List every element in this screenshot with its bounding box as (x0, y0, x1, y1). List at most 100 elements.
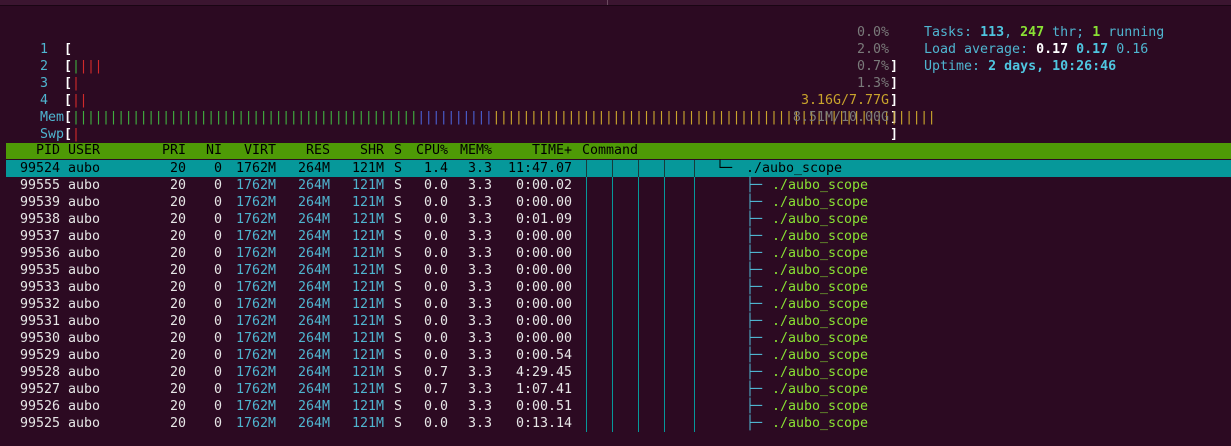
cell-res: 264M (297, 263, 330, 278)
cell-command: ./aubo_scope (772, 382, 869, 397)
tree-branch-glyph: ├─ (746, 195, 763, 210)
tree-guide-line (586, 160, 587, 177)
process-row[interactable]: 99529 aubo 20 0 1762M 264M 121M S 0.0 3.3 0:00.54 ├… (6, 347, 1231, 364)
cell-pid: 99524 (19, 161, 60, 176)
tree-guide-line (586, 398, 587, 415)
tree-guide-line (664, 245, 665, 262)
col-mem[interactable]: MEM% (452, 143, 492, 159)
cell-ni: 0 (213, 382, 222, 397)
tree-guide-line (664, 381, 665, 398)
col-res[interactable]: RES (286, 143, 330, 159)
col-state[interactable]: S (394, 143, 402, 159)
col-pri[interactable]: PRI (146, 143, 186, 159)
cell-mem: 3.3 (467, 246, 492, 261)
cell-time: 0:00.02 (515, 178, 572, 193)
process-row[interactable]: 99539 aubo 20 0 1762M 264M 121M S 0.0 3.3 0:00.00 ├… (6, 194, 1231, 211)
col-pid[interactable]: PID (6, 143, 60, 159)
cell-ni: 0 (213, 263, 222, 278)
tree-branch-glyph: ├─ (746, 178, 763, 193)
cell-pri: 20 (169, 314, 186, 329)
cell-user: aubo (68, 382, 101, 397)
process-row[interactable]: 99536 aubo 20 0 1762M 264M 121M S 0.0 3.3 0:00.00 ├… (6, 245, 1231, 262)
process-row[interactable]: 99530 aubo 20 0 1762M 264M 121M S 0.0 3.3 0:00.00 ├… (6, 330, 1231, 347)
cell-user: aubo (68, 314, 101, 329)
cell-user: aubo (68, 348, 101, 363)
process-row[interactable]: 99527 aubo 20 0 1762M 264M 121M S 0.7 3.3 1:07.41 ├… (6, 381, 1231, 398)
process-row[interactable]: 99526 aubo 20 0 1762M 264M 121M S 0.0 3.3 0:00.51 ├… (6, 398, 1231, 415)
uptime-info: Uptime: 2 days, 10:26:46 (924, 58, 1116, 75)
col-ni[interactable]: NI (191, 143, 222, 159)
process-table-header[interactable]: PID USER PRI NI VIRT RES SHR S CPU% MEM%… (6, 143, 1231, 159)
process-row[interactable]: 99525 aubo 20 0 1762M 264M 121M S 0.0 3.3 0:13.14 ├… (6, 415, 1231, 432)
load-average-info: Load average: 0.17 0.17 0.16 (924, 41, 1148, 58)
process-row[interactable]: 99533 aubo 20 0 1762M 264M 121M S 0.0 3.3 0:00.00 ├… (6, 279, 1231, 296)
cell-pid: 99532 (19, 297, 60, 312)
process-row[interactable]: 99535 aubo 20 0 1762M 264M 121M S 0.0 3.3 0:00.00 ├… (6, 262, 1231, 279)
terminal-tab-bar[interactable] (0, 0, 1231, 6)
tree-guide-line (694, 194, 695, 211)
cell-shr: 121M (351, 297, 384, 312)
cell-time: 0:00.00 (515, 263, 572, 278)
process-row[interactable]: 99537 aubo 20 0 1762M 264M 121M S 0.0 3.3 0:00.00 ├… (6, 228, 1231, 245)
cell-mem: 3.3 (467, 229, 492, 244)
process-row[interactable]: 99524 aubo 20 0 1762M 264M 121M S 1.4 3.3 11:47.07… (6, 160, 1231, 177)
cell-user: aubo (68, 399, 101, 414)
cell-pid: 99555 (19, 178, 60, 193)
cell-mem: 3.3 (467, 382, 492, 397)
tree-branch-glyph: ├─ (746, 212, 763, 227)
tree-guide-line (664, 313, 665, 330)
cell-s: S (394, 297, 403, 312)
process-row[interactable]: 99531 aubo 20 0 1762M 264M 121M S 0.0 3.3 0:00.00 ├… (6, 313, 1231, 330)
load-1min: 0.17 (1036, 42, 1069, 57)
tree-guide-line (664, 296, 665, 313)
cell-s: S (394, 280, 403, 295)
tab-bar-border (0, 5, 1231, 6)
cell-virt: 1762M (235, 246, 276, 261)
cell-pri: 20 (169, 161, 186, 176)
cell-time: 4:29.45 (515, 365, 572, 380)
col-virt[interactable]: VIRT (226, 143, 276, 159)
col-time[interactable]: TIME+ (496, 143, 572, 159)
cell-ni: 0 (213, 246, 222, 261)
tree-guide-line (586, 245, 587, 262)
tasks-count: 113 (980, 25, 1005, 40)
cell-pri: 20 (169, 348, 186, 363)
process-row[interactable]: 99532 aubo 20 0 1762M 264M 121M S 0.0 3.3 0:00.00 ├… (6, 296, 1231, 313)
tree-guide-line (586, 381, 587, 398)
tree-branch-glyph: └─ (716, 161, 733, 176)
process-row[interactable]: 99555 aubo 20 0 1762M 264M 121M S 0.0 3.3 0:00.02 ├… (6, 177, 1231, 194)
tree-branch-glyph: ├─ (746, 382, 763, 397)
col-cpu[interactable]: CPU% (406, 143, 448, 159)
cell-shr: 121M (351, 263, 384, 278)
cell-pid: 99525 (19, 416, 60, 431)
cell-cpu: 0.7 (423, 382, 448, 397)
process-row[interactable]: 99538 aubo 20 0 1762M 264M 121M S 0.0 3.3 0:01.09 ├… (6, 211, 1231, 228)
tree-guide-line (586, 347, 587, 364)
cell-time: 11:47.07 (507, 161, 572, 176)
cell-res: 264M (297, 314, 330, 329)
tree-guide-line (612, 381, 613, 398)
cell-res: 264M (297, 280, 330, 295)
tree-guide-line (664, 160, 665, 177)
cell-cpu: 0.0 (423, 178, 448, 193)
tree-guide-line (638, 194, 639, 211)
swap-meter: Swp[| 8.51M/10.00G] (24, 109, 898, 159)
tree-guide-line (612, 398, 613, 415)
tree-guide-line (612, 211, 613, 228)
cpu-meter-value: 1.3% (856, 76, 889, 91)
cell-pri: 20 (169, 178, 186, 193)
col-shr[interactable]: SHR (340, 143, 384, 159)
cell-mem: 3.3 (467, 365, 492, 380)
cell-virt: 1762M (235, 314, 276, 329)
cell-user: aubo (68, 263, 101, 278)
cell-cpu: 0.0 (423, 229, 448, 244)
col-command[interactable]: Command (582, 143, 638, 159)
col-user[interactable]: USER (68, 143, 100, 159)
cell-s: S (394, 348, 403, 363)
tree-guide-line (694, 279, 695, 296)
tree-guide-line (612, 313, 613, 330)
cell-pri: 20 (169, 263, 186, 278)
process-row[interactable]: 99528 aubo 20 0 1762M 264M 121M S 0.7 3.3 4:29.45 ├… (6, 364, 1231, 381)
tree-guide-line (612, 262, 613, 279)
cell-command: ./aubo_scope (772, 365, 869, 380)
